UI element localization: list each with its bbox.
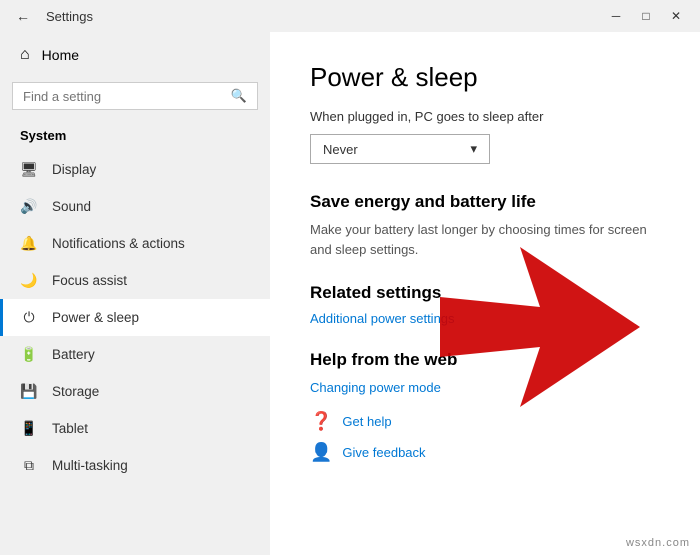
sidebar-notifications-label: Notifications & actions	[52, 236, 185, 251]
sidebar-display-label: Display	[52, 162, 96, 177]
multitasking-icon: ⧉	[20, 457, 38, 474]
search-box[interactable]: 🔍	[12, 82, 258, 110]
give-feedback-item[interactable]: 👤 Give feedback	[310, 442, 660, 463]
sidebar-item-sound[interactable]: 🔊 Sound	[0, 188, 270, 225]
maximize-button[interactable]: □	[632, 5, 660, 27]
search-icon: 🔍	[231, 88, 247, 104]
sidebar-item-display[interactable]: 🖥 Display	[0, 151, 270, 188]
sidebar-section-label: System	[0, 122, 270, 151]
window-title: Settings	[46, 9, 93, 24]
changing-power-mode-link[interactable]: Changing power mode	[310, 380, 660, 395]
sidebar-item-storage[interactable]: 💾 Storage	[0, 373, 270, 410]
help-from-web-heading: Help from the web	[310, 350, 660, 370]
minimize-button[interactable]: ─	[602, 5, 630, 27]
sidebar-item-multitasking[interactable]: ⧉ Multi-tasking	[0, 447, 270, 484]
give-feedback-icon: 👤	[310, 442, 332, 463]
sidebar-item-focus[interactable]: 🌙 Focus assist	[0, 262, 270, 299]
sleep-dropdown[interactable]: Never ▾	[310, 134, 490, 164]
sidebar-item-power[interactable]: ⏻ Power & sleep	[0, 299, 270, 336]
page-title: Power & sleep	[310, 62, 660, 93]
focus-icon: 🌙	[20, 272, 38, 289]
sidebar-power-label: Power & sleep	[52, 310, 139, 325]
related-settings-heading: Related settings	[310, 283, 660, 303]
home-icon: ⌂	[20, 46, 30, 64]
notifications-icon: 🔔	[20, 235, 38, 252]
title-bar: ← Settings ─ □ ✕	[0, 0, 700, 32]
battery-icon: 🔋	[20, 346, 38, 363]
display-icon: 🖥	[20, 161, 38, 178]
dropdown-value: Never	[323, 142, 358, 157]
close-button[interactable]: ✕	[662, 5, 690, 27]
additional-power-settings-link[interactable]: Additional power settings	[310, 311, 660, 326]
title-bar-nav: ←	[10, 6, 36, 26]
storage-icon: 💾	[20, 383, 38, 400]
sidebar-multitasking-label: Multi-tasking	[52, 458, 128, 473]
title-bar-left: ← Settings	[10, 6, 93, 26]
save-energy-heading: Save energy and battery life	[310, 192, 660, 212]
save-energy-desc: Make your battery last longer by choosin…	[310, 220, 660, 259]
get-help-item[interactable]: ❓ Get help	[310, 411, 660, 432]
sidebar-storage-label: Storage	[52, 384, 99, 399]
power-icon: ⏻	[20, 309, 38, 326]
sidebar-battery-label: Battery	[52, 347, 95, 362]
window-controls: ─ □ ✕	[602, 5, 690, 27]
sidebar-sound-label: Sound	[52, 199, 91, 214]
sound-icon: 🔊	[20, 198, 38, 215]
search-input[interactable]	[23, 89, 223, 104]
content-area: Power & sleep When plugged in, PC goes t…	[270, 32, 700, 555]
watermark: wsxdn.com	[626, 537, 690, 549]
app-container: ⌂ Home 🔍 System 🖥 Display 🔊 Sound 🔔 Noti…	[0, 32, 700, 555]
home-label: Home	[42, 47, 79, 63]
sidebar-focus-label: Focus assist	[52, 273, 127, 288]
get-help-icon: ❓	[310, 411, 332, 432]
back-button[interactable]: ←	[10, 6, 36, 26]
sidebar-item-battery[interactable]: 🔋 Battery	[0, 336, 270, 373]
sidebar-home-item[interactable]: ⌂ Home	[0, 32, 270, 78]
give-feedback-link[interactable]: Give feedback	[342, 445, 425, 460]
get-help-link[interactable]: Get help	[342, 414, 391, 429]
tablet-icon: 📱	[20, 420, 38, 437]
dropdown-arrow-icon: ▾	[470, 141, 477, 157]
plugged-in-label: When plugged in, PC goes to sleep after	[310, 109, 660, 124]
sidebar: ⌂ Home 🔍 System 🖥 Display 🔊 Sound 🔔 Noti…	[0, 32, 270, 555]
sidebar-item-notifications[interactable]: 🔔 Notifications & actions	[0, 225, 270, 262]
sidebar-tablet-label: Tablet	[52, 421, 88, 436]
sidebar-item-tablet[interactable]: 📱 Tablet	[0, 410, 270, 447]
